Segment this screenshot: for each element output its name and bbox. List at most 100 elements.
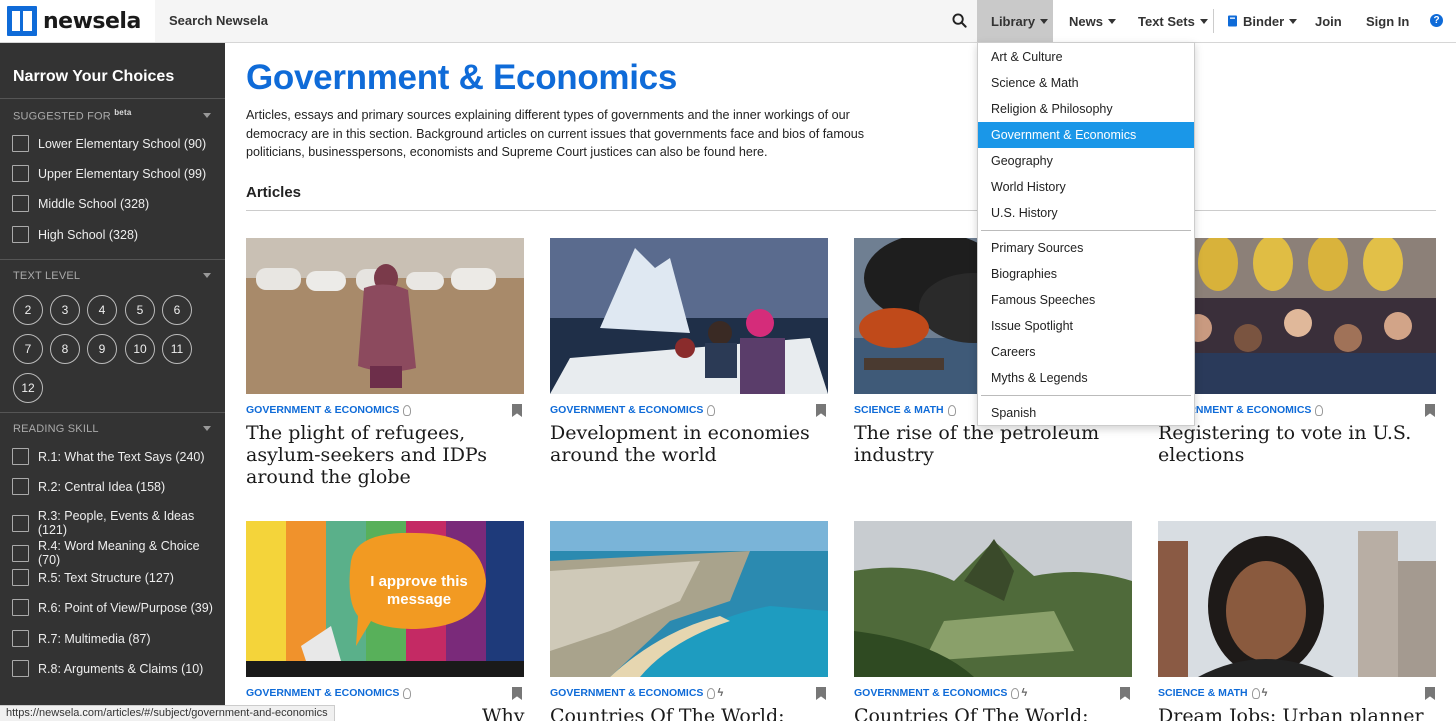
bookmark-icon[interactable] <box>816 687 826 700</box>
menu-item-art-culture[interactable]: Art & Culture <box>978 44 1194 70</box>
menu-item-religion-philosophy[interactable]: Religion & Philosophy <box>978 96 1194 122</box>
checkbox[interactable] <box>12 599 29 616</box>
filter-reading-skill-r6[interactable]: R.6: Point of View/Purpose (39) <box>12 599 213 616</box>
filter-reading-skill-r8[interactable]: R.8: Arguments & Claims (10) <box>12 660 203 677</box>
text-level-11[interactable]: 11 <box>162 334 192 364</box>
article-thumbnail[interactable] <box>550 521 828 677</box>
article-thumbnail[interactable] <box>1158 521 1436 677</box>
menu-item-issue-spotlight[interactable]: Issue Spotlight <box>978 313 1194 339</box>
text-level-10[interactable]: 10 <box>125 334 155 364</box>
bookmark-icon[interactable] <box>512 687 522 700</box>
search-bar[interactable]: Search Newsela <box>155 0 977 42</box>
filter-lower-elementary[interactable]: Lower Elementary School (90) <box>12 135 206 152</box>
card-title[interactable]: Development in economies around the worl… <box>550 422 830 466</box>
checkbox[interactable] <box>12 630 29 647</box>
checkbox[interactable] <box>12 448 29 465</box>
checkbox[interactable] <box>12 135 29 152</box>
filter-reading-skill-r5[interactable]: R.5: Text Structure (127) <box>12 569 174 586</box>
article-thumbnail[interactable] <box>854 521 1132 677</box>
checkbox[interactable] <box>12 514 29 532</box>
card-category[interactable]: GOVERNMENT & ECONOMICS <box>246 687 412 699</box>
bookmark-icon[interactable] <box>816 404 826 417</box>
bookmark-icon[interactable] <box>1425 404 1435 417</box>
book-icon <box>1228 15 1237 27</box>
card-title[interactable]: Registering to vote in U.S. elections <box>1158 422 1438 466</box>
text-level-9[interactable]: 9 <box>87 334 117 364</box>
collapse-arrow-icon[interactable] <box>203 273 211 278</box>
card-category[interactable]: SCIENCE & MATH ϟ <box>1158 687 1267 699</box>
text-level-8[interactable]: 8 <box>50 334 80 364</box>
card-title[interactable]: Countries Of The World: Peru <box>854 705 1134 721</box>
checkbox[interactable] <box>12 165 29 182</box>
help-icon[interactable]: ? <box>1430 14 1443 27</box>
text-level-2[interactable]: 2 <box>13 295 43 325</box>
bookmark-icon[interactable] <box>512 404 522 417</box>
text-level-5[interactable]: 5 <box>125 295 155 325</box>
menu-item-us-history[interactable]: U.S. History <box>978 200 1194 226</box>
text-level-4[interactable]: 4 <box>87 295 117 325</box>
text-level-heading[interactable]: TEXT LEVEL <box>13 270 80 282</box>
article-thumbnail[interactable] <box>246 238 524 394</box>
collapse-arrow-icon[interactable] <box>203 426 211 431</box>
lightbulb-icon <box>1315 404 1324 416</box>
menu-item-science-math[interactable]: Science & Math <box>978 70 1194 96</box>
card-title[interactable]: The rise of the petroleum industry <box>854 422 1134 466</box>
menu-item-geography[interactable]: Geography <box>978 148 1194 174</box>
bookmark-icon[interactable] <box>1425 687 1435 700</box>
card-category[interactable]: SCIENCE & MATH <box>854 404 956 416</box>
card-category[interactable]: GOVERNMENT & ECONOMICS ϟ <box>854 687 1027 699</box>
text-level-12[interactable]: 12 <box>13 373 43 403</box>
join-link[interactable]: Join <box>1315 0 1342 42</box>
menu-item-myths-legends[interactable]: Myths & Legends <box>978 365 1194 391</box>
card-category[interactable]: GOVERNMENT & ECONOMICS <box>246 404 412 416</box>
menu-item-careers[interactable]: Careers <box>978 339 1194 365</box>
filter-reading-skill-r7[interactable]: R.7: Multimedia (87) <box>12 630 151 647</box>
suggested-for-heading[interactable]: SUGGESTED FOR beta <box>13 108 131 123</box>
text-level-3[interactable]: 3 <box>50 295 80 325</box>
bookmark-icon[interactable] <box>1120 687 1130 700</box>
menu-item-famous-speeches[interactable]: Famous Speeches <box>978 287 1194 313</box>
menu-item-biographies[interactable]: Biographies <box>978 261 1194 287</box>
nav-binder[interactable]: Binder <box>1227 0 1298 42</box>
card-title[interactable]: Why <box>482 705 525 721</box>
filter-reading-skill-r4[interactable]: R.4: Word Meaning & Choice (70) <box>12 539 225 567</box>
checkbox[interactable] <box>12 195 29 212</box>
filter-high-school[interactable]: High School (328) <box>12 226 138 243</box>
filter-middle-school[interactable]: Middle School (328) <box>12 195 149 212</box>
newsela-logo[interactable]: newsela <box>0 0 155 42</box>
article-thumbnail[interactable] <box>550 238 828 394</box>
filter-upper-elementary[interactable]: Upper Elementary School (99) <box>12 165 206 182</box>
reading-skill-heading[interactable]: READING SKILL <box>13 423 99 435</box>
filter-reading-skill-r3[interactable]: R.3: People, Events & Ideas (121) <box>12 509 225 537</box>
card-category[interactable]: GOVERNMENT & ECONOMICS ϟ <box>550 687 723 699</box>
nav-text-sets[interactable]: Text Sets <box>1138 0 1208 42</box>
menu-item-government-economics[interactable]: Government & Economics <box>978 122 1194 148</box>
article-thumbnail[interactable] <box>1158 238 1436 394</box>
filter-reading-skill-r2[interactable]: R.2: Central Idea (158) <box>12 478 165 495</box>
checkbox[interactable] <box>12 569 29 586</box>
search-icon[interactable] <box>952 13 967 28</box>
text-level-6[interactable]: 6 <box>162 295 192 325</box>
nav-news[interactable]: News <box>1069 0 1116 42</box>
search-input[interactable]: Search Newsela <box>169 13 268 28</box>
checkbox[interactable] <box>12 226 29 243</box>
text-level-7[interactable]: 7 <box>13 334 43 364</box>
filter-reading-skill-r1[interactable]: R.1: What the Text Says (240) <box>12 448 205 465</box>
menu-item-spanish[interactable]: Spanish <box>978 400 1194 426</box>
menu-item-primary-sources[interactable]: Primary Sources <box>978 235 1194 261</box>
card-title[interactable]: Countries Of The World: <box>550 705 830 721</box>
card-title[interactable]: Dream Jobs: Urban planner <box>1158 705 1438 721</box>
article-thumbnail[interactable]: I approve this message <box>246 521 524 677</box>
card-category[interactable]: GOVERNMENT & ECONOMICS <box>550 404 716 416</box>
checkbox[interactable] <box>12 478 29 495</box>
sign-in-link[interactable]: Sign In <box>1366 0 1409 42</box>
lightning-icon: ϟ <box>717 687 724 699</box>
section-divider <box>246 210 1436 211</box>
checkbox[interactable] <box>12 660 29 677</box>
checkbox[interactable] <box>12 544 29 562</box>
card-title[interactable]: The plight of refugees, asylum-seekers a… <box>246 422 526 488</box>
collapse-arrow-icon[interactable] <box>203 113 211 118</box>
nav-library[interactable]: Library <box>977 0 1053 42</box>
menu-item-world-history[interactable]: World History <box>978 174 1194 200</box>
sidebar-title: Narrow Your Choices <box>13 68 175 85</box>
